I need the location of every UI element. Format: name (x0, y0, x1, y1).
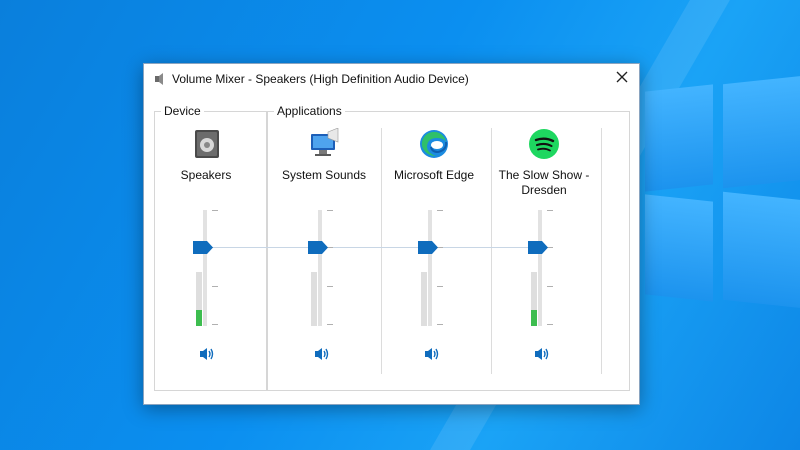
window-title: Volume Mixer - Speakers (High Definition… (172, 72, 469, 86)
close-button[interactable] (605, 64, 639, 92)
close-icon (616, 71, 628, 83)
device-level-meter-fill (196, 309, 202, 326)
device-name: Speakers (180, 168, 232, 182)
slider-tick (547, 210, 553, 211)
windows-logo-pane (723, 191, 800, 309)
speaker-icon (155, 73, 163, 85)
app-level-meter-fill (531, 309, 537, 326)
app-level-meter (311, 272, 317, 326)
slider-tick (547, 324, 553, 325)
column-divider (491, 128, 492, 374)
volume-mixer-window: Volume Mixer - Speakers (High Definition… (143, 63, 640, 405)
app-name: System Sounds (281, 168, 367, 182)
app-volume-thumb[interactable] (528, 241, 548, 254)
slider-tick (212, 210, 218, 211)
microsoft-edge-icon (420, 130, 448, 158)
speakers-device-icon (195, 130, 219, 158)
app-volume-slider[interactable] (428, 210, 432, 326)
windows-logo-pane (723, 75, 800, 189)
volume-mute-icon (315, 348, 329, 360)
app-volume-slider[interactable] (538, 210, 542, 326)
app-mute-button[interactable] (423, 346, 441, 362)
volume-mute-icon (535, 348, 549, 360)
slider-tick (437, 210, 443, 211)
slider-tick (437, 286, 443, 287)
device-group-label: Device (161, 104, 204, 118)
app-name: Microsoft Edge (393, 168, 475, 182)
slider-tick (437, 324, 443, 325)
app-mute-button[interactable] (533, 346, 551, 362)
app-name: The Slow Show - Dresden (498, 168, 590, 197)
slider-tick (212, 286, 218, 287)
device-level-meter (196, 272, 202, 326)
volume-mute-icon (425, 348, 439, 360)
slider-tick (327, 324, 333, 325)
applications-group-label: Applications (274, 104, 345, 118)
slider-tick (547, 286, 553, 287)
app-volume-thumb[interactable] (418, 241, 438, 254)
app-level-meter (421, 272, 427, 326)
title-bar[interactable]: Volume Mixer - Speakers (High Definition… (144, 64, 639, 94)
column-divider (601, 128, 602, 374)
device-mute-button[interactable] (198, 346, 216, 362)
volume-mute-icon (200, 348, 214, 360)
app-level-meter (531, 272, 537, 326)
app-volume-thumb[interactable] (308, 241, 328, 254)
spotify-icon (529, 129, 559, 159)
slider-tick (327, 210, 333, 211)
device-volume-slider[interactable] (203, 210, 207, 326)
volume-link-line (213, 247, 553, 248)
device-volume-thumb[interactable] (193, 241, 213, 254)
slider-tick (327, 286, 333, 287)
slider-tick (212, 324, 218, 325)
system-sounds-icon (311, 128, 339, 156)
app-mute-button[interactable] (313, 346, 331, 362)
column-divider (381, 128, 382, 374)
app-volume-slider[interactable] (318, 210, 322, 326)
windows-logo-pane (645, 194, 713, 302)
windows-logo-pane (645, 84, 713, 192)
